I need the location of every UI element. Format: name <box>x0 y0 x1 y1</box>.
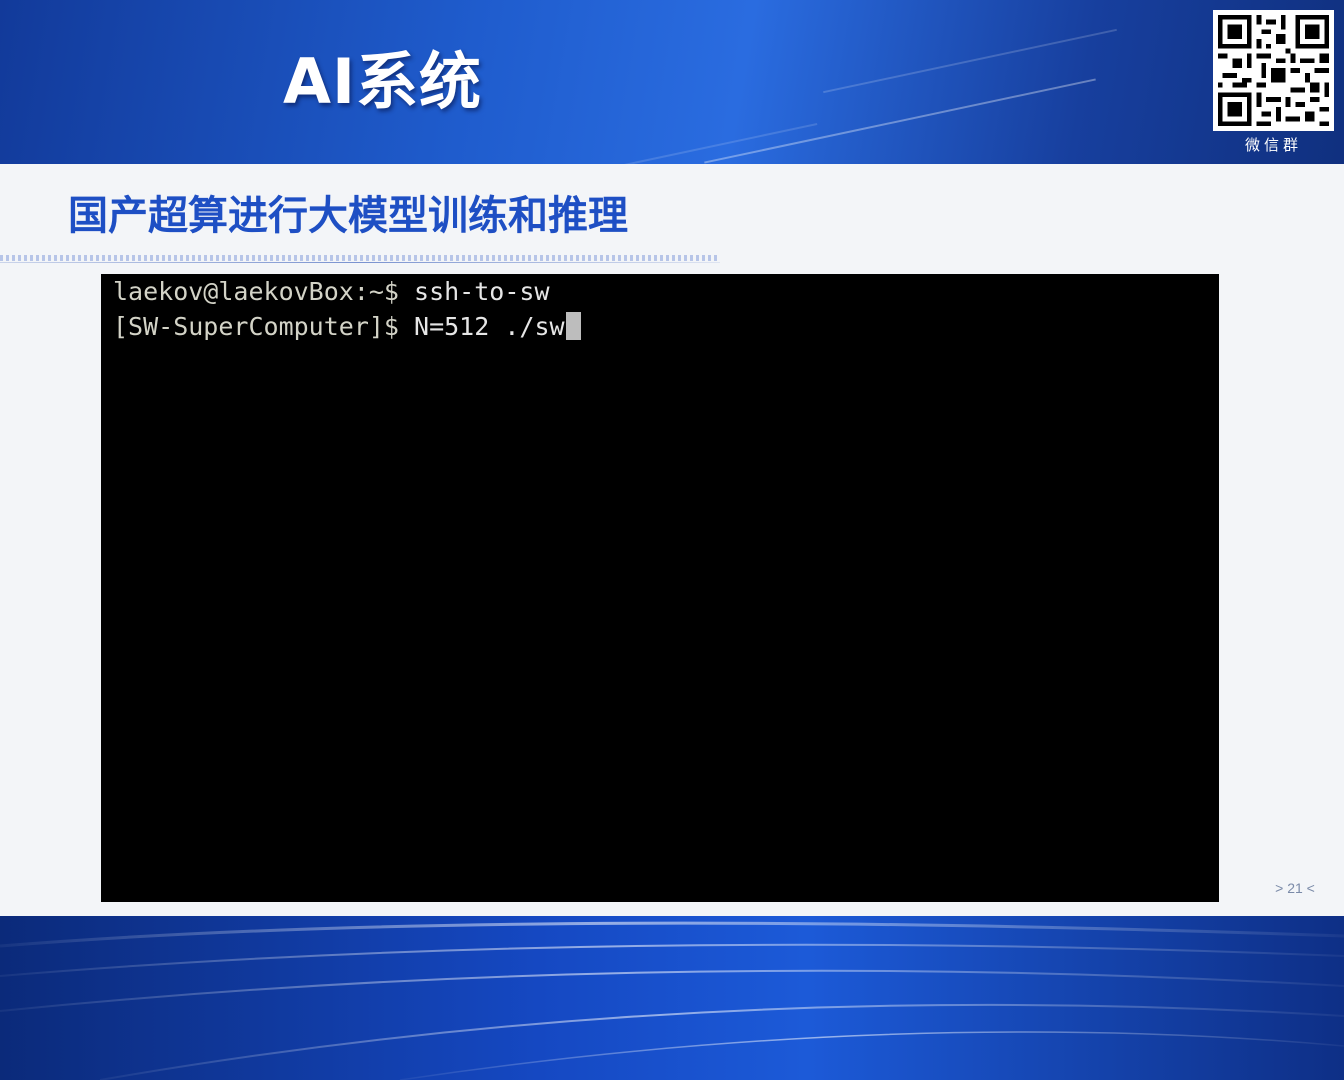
slide-title: 国产超算进行大模型训练和推理 <box>68 193 628 239</box>
footer-banner <box>0 916 1344 1080</box>
terminal-prompt: laekov@laekovBox:~$ <box>113 277 415 306</box>
header-banner <box>0 0 1344 164</box>
terminal-line[interactable]: [SW-SuperComputer]$ N=512 ./sw <box>113 310 581 344</box>
terminal-line: laekov@laekovBox:~$ ssh-to-sw <box>113 275 550 309</box>
qr-code-icon <box>1213 10 1334 131</box>
terminal-prompt: [SW-SuperComputer]$ <box>113 312 415 341</box>
block-cursor-icon <box>565 312 581 340</box>
app-title: AI系统 <box>283 45 483 118</box>
title-underline <box>0 262 720 263</box>
qr-caption: 微信群 <box>1244 136 1302 154</box>
terminal-command-input[interactable]: N=512 ./sw <box>414 312 565 341</box>
terminal-command: ssh-to-sw <box>414 277 550 306</box>
title-divider <box>0 255 720 261</box>
terminal-window[interactable]: laekov@laekovBox:~$ ssh-to-sw [SW-SuperC… <box>101 274 1219 902</box>
page-number: > 21 < <box>1275 880 1315 896</box>
